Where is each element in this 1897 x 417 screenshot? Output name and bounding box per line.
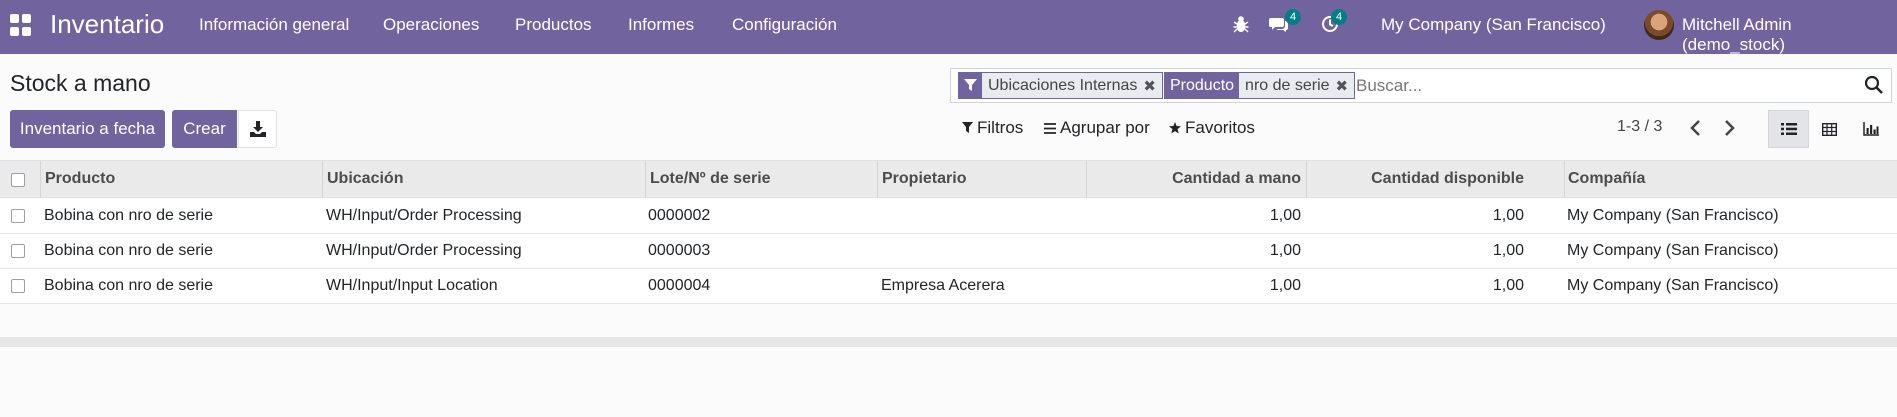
column-header-owner[interactable]: Propietario [882, 170, 966, 188]
column-divider [40, 161, 41, 198]
column-divider [1306, 161, 1307, 198]
pager-next-icon[interactable] [1721, 119, 1737, 137]
favorites-dropdown[interactable]: Favoritos [1169, 118, 1255, 138]
pager-value[interactable]: 1-3 / 3 [1617, 118, 1662, 136]
row-checkbox[interactable] [11, 279, 25, 293]
menu-item-operations[interactable]: Operaciones [383, 15, 479, 35]
facet-value: nro de serie [1245, 76, 1330, 94]
group-by-label: Agrupar por [1060, 118, 1150, 137]
cell-company: My Company (San Francisco) [1567, 242, 1779, 259]
search-facet-filter: Ubicaciones Internas ✖ [958, 72, 1163, 99]
search-bar: Ubicaciones Internas ✖ Producto nro de s… [950, 68, 1892, 103]
cell-location: WH/Input/Order Processing [326, 242, 522, 259]
menu-item-configuration[interactable]: Configuración [732, 15, 837, 35]
facet-label: Producto [1165, 73, 1240, 98]
pivot-view-button[interactable] [1809, 110, 1850, 148]
filters-label: Filtros [977, 118, 1024, 137]
user-menu[interactable]: Mitchell Admin (demo_stock) [1682, 15, 1897, 55]
column-header-quantity-on-hand[interactable]: Cantidad a mano [1090, 170, 1301, 188]
cell-lot-serial: 0000002 [648, 207, 711, 224]
menu-item-reports[interactable]: Informes [628, 15, 694, 35]
cell-available-quantity: 1,00 [1492, 207, 1524, 224]
remove-facet-icon[interactable]: ✖ [1336, 73, 1355, 98]
column-header-company[interactable]: Compañía [1568, 170, 1645, 188]
download-button[interactable] [238, 110, 277, 148]
cell-product: Bobina con nro de serie [44, 207, 213, 224]
company-switcher[interactable]: My Company (San Francisco) [1381, 15, 1606, 35]
cell-lot-serial: 0000004 [648, 277, 711, 294]
select-all-checkbox[interactable] [11, 173, 25, 187]
cell-available-quantity: 1,00 [1492, 277, 1524, 294]
column-header-product[interactable]: Producto [45, 170, 115, 188]
cell-product: Bobina con nro de serie [44, 277, 213, 294]
filter-icon [962, 122, 973, 133]
cell-owner: Empresa Acerera [881, 277, 1005, 294]
cell-lot-serial: 0000003 [648, 242, 711, 259]
cell-product: Bobina con nro de serie [44, 242, 213, 259]
app-name[interactable]: Inventario [50, 9, 164, 40]
group-by-icon [1044, 122, 1056, 134]
create-button[interactable]: Crear [172, 110, 237, 148]
cell-quantity-on-hand: 1,00 [1269, 242, 1301, 259]
filter-funnel-icon [959, 73, 982, 98]
download-icon [249, 121, 266, 137]
table-row[interactable]: Bobina con nro de serie WH/Input/Order P… [0, 199, 1897, 234]
top-navbar: Inventario Información general Operacion… [0, 0, 1897, 54]
group-by-dropdown[interactable]: Agrupar por [1044, 118, 1150, 138]
table-row[interactable]: Bobina con nro de serie WH/Input/Input L… [0, 269, 1897, 304]
table-header: Producto Ubicación Lote/Nº de serie Prop… [0, 160, 1897, 198]
cell-quantity-on-hand: 1,00 [1269, 277, 1301, 294]
row-checkbox[interactable] [11, 209, 25, 223]
list-view-button[interactable] [1768, 110, 1809, 148]
debug-bug-icon[interactable] [1233, 15, 1249, 33]
list-view-icon [1780, 123, 1797, 135]
cell-company: My Company (San Francisco) [1567, 207, 1779, 224]
cell-location: WH/Input/Order Processing [326, 207, 522, 224]
filters-dropdown[interactable]: Filtros [962, 118, 1023, 138]
favorites-label: Favoritos [1185, 118, 1255, 137]
menu-item-products[interactable]: Productos [515, 15, 592, 35]
column-divider [645, 161, 646, 198]
column-divider [1086, 161, 1087, 198]
star-icon [1169, 122, 1181, 134]
search-icon[interactable] [1863, 74, 1885, 96]
cell-available-quantity: 1,00 [1492, 242, 1524, 259]
activities-count-badge: 4 [1331, 9, 1348, 25]
column-divider [1564, 161, 1565, 198]
graph-view-button[interactable] [1850, 110, 1891, 148]
column-header-available-quantity[interactable]: Cantidad disponible [1310, 170, 1524, 188]
pager-previous-icon[interactable] [1688, 119, 1704, 137]
pivot-table-icon [1822, 122, 1837, 136]
page-title: Stock a mano [10, 70, 151, 96]
horizontal-scrollbar[interactable] [0, 337, 1897, 347]
apps-menu-icon[interactable] [10, 14, 32, 36]
column-header-location[interactable]: Ubicación [327, 170, 403, 188]
cell-location: WH/Input/Input Location [326, 277, 498, 294]
column-header-lot-serial[interactable]: Lote/Nº de serie [650, 170, 771, 188]
cell-company: My Company (San Francisco) [1567, 277, 1779, 294]
column-divider [322, 161, 323, 198]
row-checkbox[interactable] [11, 244, 25, 258]
remove-facet-icon[interactable]: ✖ [1143, 73, 1162, 98]
search-facet-product: Producto nro de serie ✖ [1164, 72, 1356, 99]
search-input[interactable] [1356, 71, 1846, 100]
column-divider [877, 161, 878, 198]
table-row[interactable]: Bobina con nro de serie WH/Input/Order P… [0, 234, 1897, 269]
user-avatar[interactable] [1644, 10, 1674, 40]
cell-quantity-on-hand: 1,00 [1269, 207, 1301, 224]
facet-value: Ubicaciones Internas [988, 76, 1138, 94]
menu-item-overview[interactable]: Información general [199, 15, 349, 35]
bar-chart-icon [1862, 122, 1879, 136]
messages-count-badge: 4 [1285, 9, 1302, 25]
inventory-at-date-button[interactable]: Inventario a fecha [10, 110, 165, 148]
